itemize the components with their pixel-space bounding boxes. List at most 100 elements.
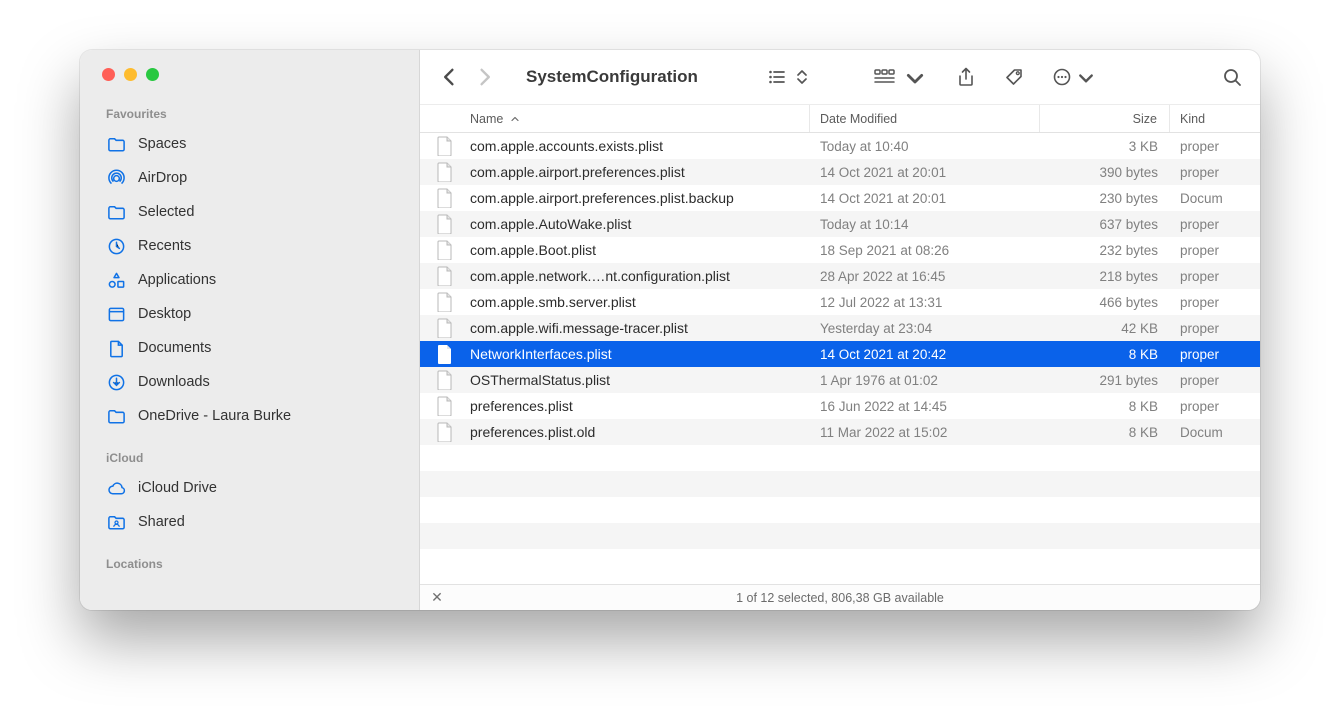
- folder-icon: [106, 202, 126, 222]
- file-icon: [420, 214, 470, 234]
- download-icon: [106, 372, 126, 392]
- window-controls: [80, 50, 419, 103]
- file-date: 14 Oct 2021 at 20:01: [810, 191, 1040, 206]
- file-kind: proper: [1170, 139, 1260, 154]
- search-icon: [1222, 67, 1242, 87]
- sidebar-section-title: Favourites: [80, 103, 419, 127]
- sidebar-item[interactable]: Spaces: [80, 127, 419, 161]
- sidebar-item-label: Shared: [138, 514, 185, 530]
- file-row[interactable]: com.apple.AutoWake.plistToday at 10:1463…: [420, 211, 1260, 237]
- file-size: 390 bytes: [1040, 165, 1170, 180]
- file-row[interactable]: com.apple.Boot.plist18 Sep 2021 at 08:26…: [420, 237, 1260, 263]
- sidebar-item[interactable]: Shared: [80, 505, 419, 539]
- file-name: com.apple.airport.preferences.plist.back…: [470, 190, 810, 206]
- file-icon: [420, 344, 470, 364]
- file-row[interactable]: com.apple.accounts.exists.plistToday at …: [420, 133, 1260, 159]
- path-bar-close[interactable]: ✕: [420, 589, 454, 606]
- sidebar-item[interactable]: AirDrop: [80, 161, 419, 195]
- back-button[interactable]: [438, 65, 462, 89]
- sidebar-item-label: OneDrive - Laura Burke: [138, 408, 291, 424]
- file-size: 637 bytes: [1040, 217, 1170, 232]
- finder-window: FavouritesSpacesAirDrop Selected Recents Ap…: [80, 50, 1260, 610]
- sidebar-item-label: Selected: [138, 204, 194, 220]
- column-size[interactable]: Size: [1040, 105, 1170, 132]
- sidebar-item[interactable]: Selected: [80, 195, 419, 229]
- group-by-button[interactable]: [872, 65, 928, 89]
- file-row[interactable]: com.apple.smb.server.plist12 Jul 2022 at…: [420, 289, 1260, 315]
- sidebar-item[interactable]: Recents: [80, 229, 419, 263]
- file-row[interactable]: com.apple.wifi.message-tracer.plistYeste…: [420, 315, 1260, 341]
- sidebar-item[interactable]: Desktop: [80, 297, 419, 331]
- grid-icon: [872, 67, 898, 87]
- chevron-down-icon: [902, 67, 928, 87]
- actions-button[interactable]: [1052, 65, 1096, 89]
- file-size: 466 bytes: [1040, 295, 1170, 310]
- file-size: 218 bytes: [1040, 269, 1170, 284]
- view-mode-button[interactable]: [768, 65, 812, 89]
- file-icon: [420, 396, 470, 416]
- file-icon: [420, 188, 470, 208]
- more-icon: [1052, 67, 1072, 87]
- sidebar: FavouritesSpacesAirDrop Selected Recents Ap…: [80, 50, 420, 610]
- file-kind: proper: [1170, 399, 1260, 414]
- file-row[interactable]: preferences.plist.old11 Mar 2022 at 15:0…: [420, 419, 1260, 445]
- fullscreen-button[interactable]: [146, 68, 159, 81]
- sidebar-item[interactable]: Applications: [80, 263, 419, 297]
- sidebar-item[interactable]: OneDrive - Laura Burke: [80, 399, 419, 433]
- share-button[interactable]: [956, 65, 976, 89]
- desktop-icon: [106, 304, 126, 324]
- column-headers: Name Date Modified Size Kind: [420, 105, 1260, 133]
- file-kind: Docum: [1170, 425, 1260, 440]
- file-date: 1 Apr 1976 at 01:02: [810, 373, 1040, 388]
- file-name: com.apple.accounts.exists.plist: [470, 138, 810, 154]
- tag-icon: [1004, 67, 1024, 87]
- forward-button[interactable]: [472, 65, 496, 89]
- chevron-down-icon: [1076, 67, 1096, 87]
- sidebar-section-title: Locations: [80, 553, 419, 577]
- file-size: 8 KB: [1040, 399, 1170, 414]
- airdrop-icon: [106, 168, 126, 188]
- file-date: 12 Jul 2022 at 13:31: [810, 295, 1040, 310]
- column-date[interactable]: Date Modified: [810, 105, 1040, 132]
- file-kind: proper: [1170, 321, 1260, 336]
- column-name-label: Name: [470, 112, 503, 126]
- file-row[interactable]: preferences.plist16 Jun 2022 at 14:458 K…: [420, 393, 1260, 419]
- file-row[interactable]: com.apple.network.…nt.configuration.plis…: [420, 263, 1260, 289]
- file-size: 8 KB: [1040, 347, 1170, 362]
- file-size: 230 bytes: [1040, 191, 1170, 206]
- file-icon: [420, 162, 470, 182]
- sidebar-item[interactable]: Documents: [80, 331, 419, 365]
- sidebar-item[interactable]: iCloud Drive: [80, 471, 419, 505]
- file-kind: Docum: [1170, 191, 1260, 206]
- file-date: 16 Jun 2022 at 14:45: [810, 399, 1040, 414]
- close-button[interactable]: [102, 68, 115, 81]
- file-kind: proper: [1170, 347, 1260, 362]
- file-name: com.apple.wifi.message-tracer.plist: [470, 320, 810, 336]
- doc-icon: [106, 338, 126, 358]
- sidebar-item-label: Applications: [138, 272, 216, 288]
- file-row[interactable]: com.apple.airport.preferences.plist14 Oc…: [420, 159, 1260, 185]
- updown-icon: [792, 67, 812, 87]
- file-icon: [420, 266, 470, 286]
- sidebar-item-label: Downloads: [138, 374, 210, 390]
- file-icon: [420, 240, 470, 260]
- list-icon: [768, 67, 788, 87]
- file-name: com.apple.network.…nt.configuration.plis…: [470, 268, 810, 284]
- column-kind[interactable]: Kind: [1170, 105, 1260, 132]
- file-name: com.apple.airport.preferences.plist: [470, 164, 810, 180]
- tags-button[interactable]: [1004, 65, 1024, 89]
- search-button[interactable]: [1222, 65, 1242, 89]
- file-size: 3 KB: [1040, 139, 1170, 154]
- file-row[interactable]: NetworkInterfaces.plist14 Oct 2021 at 20…: [420, 341, 1260, 367]
- file-name: preferences.plist: [470, 398, 810, 414]
- file-name: OSThermalStatus.plist: [470, 372, 810, 388]
- file-date: Yesterday at 23:04: [810, 321, 1040, 336]
- file-row[interactable]: OSThermalStatus.plist1 Apr 1976 at 01:02…: [420, 367, 1260, 393]
- file-row[interactable]: com.apple.airport.preferences.plist.back…: [420, 185, 1260, 211]
- cloud-icon: [106, 478, 126, 498]
- column-name[interactable]: Name: [470, 105, 810, 132]
- sidebar-item[interactable]: Downloads: [80, 365, 419, 399]
- file-icon: [420, 422, 470, 442]
- file-list[interactable]: com.apple.accounts.exists.plistToday at …: [420, 133, 1260, 584]
- minimize-button[interactable]: [124, 68, 137, 81]
